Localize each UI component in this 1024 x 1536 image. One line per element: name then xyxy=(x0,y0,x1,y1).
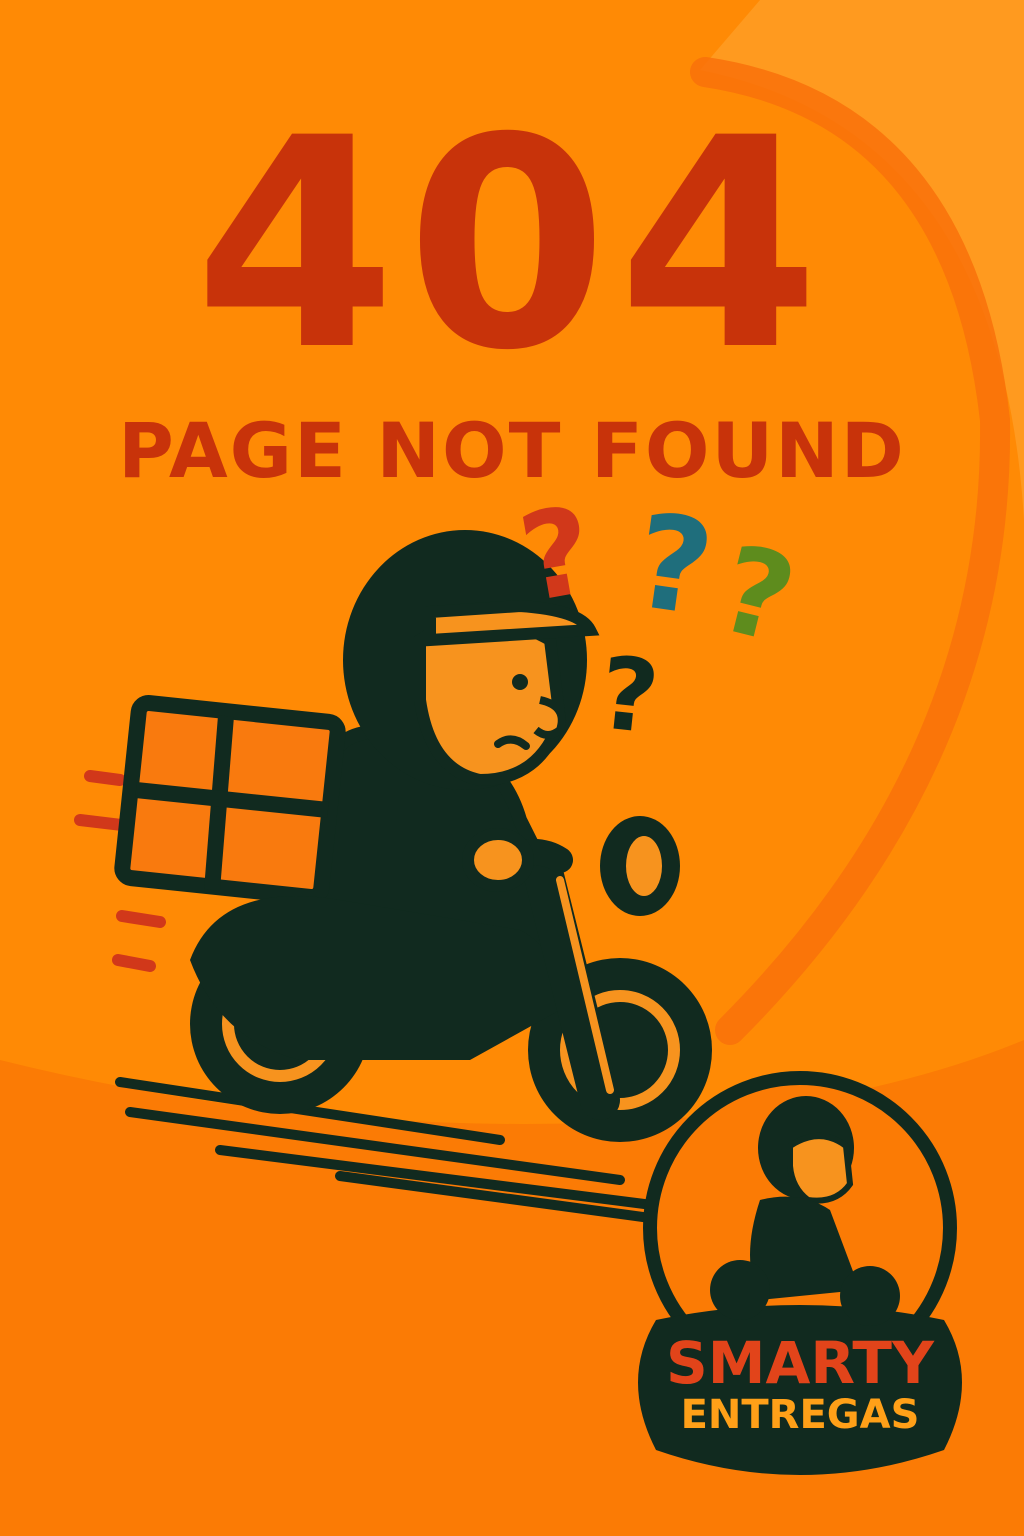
delivery-rider-illustration xyxy=(114,530,712,1142)
rider-hand xyxy=(462,828,534,892)
error-message: PAGE NOT FOUND xyxy=(118,406,906,495)
logo-brand: SMARTY xyxy=(666,1329,934,1397)
error-code: 404 xyxy=(194,77,830,414)
logo-tagline: ENTREGAS xyxy=(680,1392,920,1438)
question-mark-icon: ? xyxy=(594,634,665,757)
cargo-box-icon xyxy=(114,695,346,905)
